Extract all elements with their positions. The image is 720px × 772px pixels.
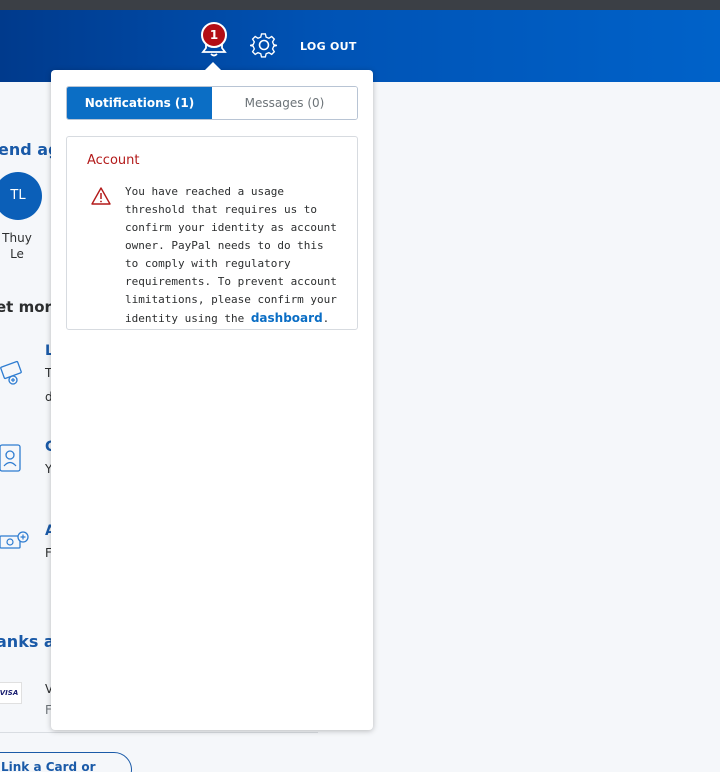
notification-count-badge[interactable]: 1 — [201, 22, 227, 48]
gear-icon[interactable] — [250, 31, 278, 59]
notifications-dropdown: Notifications (1) Messages (0) Account Y… — [51, 62, 373, 730]
bill-pay-icon — [0, 360, 22, 385]
contact-name[interactable]: Thuy Le — [0, 230, 34, 262]
notification-card: Account You have reached a usage thresho… — [66, 136, 358, 330]
banks-heading: anks a — [0, 632, 55, 651]
money-add-icon — [0, 531, 29, 549]
warning-icon — [91, 187, 111, 205]
tab-messages[interactable]: Messages (0) — [212, 87, 357, 119]
notification-body: You have reached a usage threshold that … — [125, 183, 343, 328]
contact-avatar[interactable]: TL — [0, 172, 42, 220]
tab-notifications[interactable]: Notifications (1) — [67, 87, 212, 119]
link-card-or-bank-button[interactable]: Link a Card or Bank — [0, 752, 132, 772]
notification-body-text: You have reached a usage threshold that … — [125, 185, 337, 325]
section-divider — [0, 732, 318, 733]
id-card-icon — [0, 444, 21, 472]
dropdown-caret — [205, 62, 221, 70]
dropdown-tabs: Notifications (1) Messages (0) — [66, 86, 358, 120]
logout-link[interactable]: LOG OUT — [300, 40, 357, 53]
notification-body-suffix: . — [322, 312, 330, 325]
visa-logo: VISA — [0, 682, 22, 704]
dashboard-link[interactable]: dashboard — [251, 311, 323, 325]
notification-title: Account — [87, 153, 140, 168]
browser-top-strip — [0, 0, 720, 10]
